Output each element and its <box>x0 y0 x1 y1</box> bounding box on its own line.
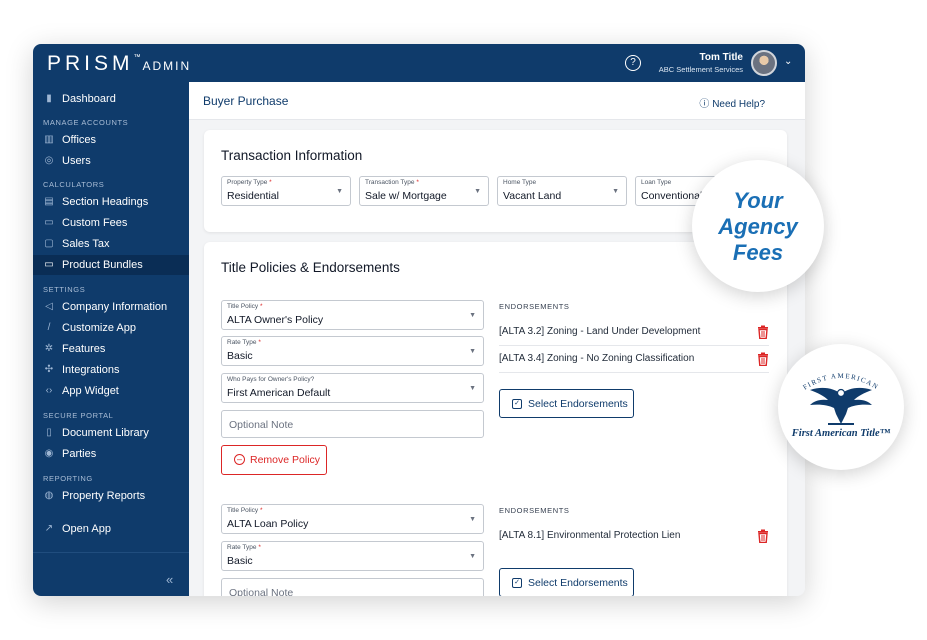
app-logo[interactable]: PRISM™ADMIN <box>47 52 191 76</box>
money-icon: ▭ <box>44 217 54 228</box>
help-icon: ⓘ <box>699 99 713 110</box>
app-window: PRISM™ADMIN ? Tom Title ABC Settlement S… <box>33 44 805 596</box>
minus-circle-icon: – <box>234 454 245 465</box>
transaction-type-select[interactable]: Transaction Type * Sale w/ Mortgage ▼ <box>359 176 489 206</box>
user-organization: ABC Settlement Services <box>658 65 743 74</box>
logo-wordmark: First American Title™ <box>791 428 891 439</box>
endorsement-row: [ALTA 3.4] Zoning - No Zoning Classifica… <box>499 347 769 373</box>
sidebar-item-document-library[interactable]: ▯ Document Library <box>33 423 189 443</box>
section-secure-portal: SECURE PORTAL <box>43 411 114 420</box>
property-type-select[interactable]: Property Type * Residential ▼ <box>221 176 351 206</box>
section-settings: SETTINGS <box>43 285 86 294</box>
puzzle-icon: ✣ <box>44 364 54 375</box>
sidebar-item-parties[interactable]: ◉ Parties <box>33 444 189 464</box>
user-name[interactable]: Tom Title <box>699 52 743 63</box>
trash-icon[interactable] <box>757 325 769 339</box>
trash-icon[interactable] <box>757 529 769 543</box>
gear-icon: ✲ <box>44 343 54 354</box>
endorsements-heading: ENDORSEMENTS <box>499 506 570 515</box>
brush-icon: / <box>47 322 51 333</box>
rate-type-select[interactable]: Rate Type * Basic ▼ <box>221 336 484 366</box>
register-icon: ▢ <box>44 238 54 249</box>
chevron-down-icon: ▼ <box>469 312 476 319</box>
page-title: Buyer Purchase <box>203 94 289 108</box>
eagle-icon <box>810 387 872 425</box>
sidebar-item-company-information[interactable]: ◁ Company Information <box>33 297 189 317</box>
endorsement-row: [ALTA 8.1] Environmental Protection Lien <box>499 524 769 550</box>
sidebar-item-product-bundles[interactable]: ▭ Product Bundles <box>33 255 189 275</box>
sidebar: ▮ Dashboard MANAGE ACCOUNTS ▥ Offices ◎ … <box>33 82 189 596</box>
sidebar-item-sales-tax[interactable]: ▢ Sales Tax <box>33 234 189 254</box>
code-icon: ‹› <box>45 385 53 396</box>
rate-type-select[interactable]: Rate Type * Basic ▼ <box>221 541 484 571</box>
document-icon: ▤ <box>44 196 54 207</box>
location-pin-icon: ◍ <box>44 490 54 501</box>
help-icon[interactable]: ? <box>625 55 641 71</box>
chevron-down-icon: ▼ <box>336 188 343 195</box>
chevron-down-icon: ▼ <box>469 553 476 560</box>
collapse-sidebar-icon[interactable]: « <box>166 572 173 587</box>
checkbox-icon: ✓ <box>512 399 522 409</box>
optional-note-input[interactable]: Optional Note <box>221 578 484 596</box>
top-bar: PRISM™ADMIN ? Tom Title ABC Settlement S… <box>33 44 805 82</box>
file-icon: ▯ <box>46 427 52 438</box>
sidebar-item-customize-app[interactable]: / Customize App <box>33 318 189 338</box>
chevron-down-icon: ▼ <box>612 188 619 195</box>
section-calculators: CALCULATORS <box>43 180 105 189</box>
sidebar-item-custom-fees[interactable]: ▭ Custom Fees <box>33 213 189 233</box>
avatar[interactable] <box>751 50 777 76</box>
sidebar-item-users[interactable]: ◎ Users <box>33 151 189 171</box>
title-policy-select[interactable]: Title Policy * ALTA Loan Policy ▼ <box>221 504 484 534</box>
section-reporting: REPORTING <box>43 474 93 483</box>
megaphone-icon: ◁ <box>45 301 53 312</box>
sidebar-item-open-app[interactable]: ↗ Open App <box>33 519 189 539</box>
title-policy-select[interactable]: Title Policy * ALTA Owner's Policy ▼ <box>221 300 484 330</box>
bar-chart-icon: ▮ <box>46 93 52 104</box>
people-icon: ◉ <box>44 448 54 459</box>
transaction-title: Transaction Information <box>221 148 363 163</box>
endorsement-row: [ALTA 3.2] Zoning - Land Under Developme… <box>499 320 769 346</box>
need-help-link[interactable]: ⓘ Need Help? <box>699 95 765 110</box>
title-policies-title: Title Policies & Endorsements <box>221 260 400 275</box>
sidebar-item-features[interactable]: ✲ Features <box>33 339 189 359</box>
home-type-select[interactable]: Home Type Vacant Land ▼ <box>497 176 627 206</box>
who-pays-select[interactable]: Who Pays for Owner's Policy? First Ameri… <box>221 373 484 403</box>
sidebar-item-section-headings[interactable]: ▤ Section Headings <box>33 192 189 212</box>
endorsements-heading: ENDORSEMENTS <box>499 302 570 311</box>
chevron-down-icon: ▼ <box>474 188 481 195</box>
sidebar-divider <box>33 552 189 553</box>
building-icon: ▥ <box>44 134 54 145</box>
agency-fees-callout: Your Agency Fees <box>692 160 824 292</box>
first-american-logo-callout: FIRST AMERICAN First American Title™ <box>778 344 904 470</box>
chevron-down-icon: ▼ <box>469 385 476 392</box>
chevron-down-icon: ▼ <box>469 348 476 355</box>
page-header: Buyer Purchase ⓘ Need Help? <box>189 82 805 120</box>
chevron-down-icon: ▼ <box>469 516 476 523</box>
select-endorsements-button[interactable]: ✓ Select Endorsements <box>499 389 634 418</box>
sidebar-item-dashboard[interactable]: ▮ Dashboard <box>33 89 189 109</box>
checkbox-icon: ✓ <box>512 578 522 588</box>
title-policies-card: Title Policies & Endorsements Title Poli… <box>204 242 787 596</box>
folder-icon: ▭ <box>44 259 54 270</box>
select-endorsements-button[interactable]: ✓ Select Endorsements <box>499 568 634 596</box>
chevron-down-icon[interactable]: ⌄ <box>784 56 792 67</box>
remove-policy-button[interactable]: – Remove Policy <box>221 445 327 475</box>
sidebar-item-app-widget[interactable]: ‹› App Widget <box>33 381 189 401</box>
trash-icon[interactable] <box>757 352 769 366</box>
sidebar-item-offices[interactable]: ▥ Offices <box>33 130 189 150</box>
sidebar-item-integrations[interactable]: ✣ Integrations <box>33 360 189 380</box>
sidebar-item-property-reports[interactable]: ◍ Property Reports <box>33 486 189 506</box>
external-link-icon: ↗ <box>44 523 54 534</box>
optional-note-input[interactable]: Optional Note <box>221 410 484 438</box>
users-icon: ◎ <box>44 155 54 166</box>
section-manage-accounts: MANAGE ACCOUNTS <box>43 118 129 127</box>
